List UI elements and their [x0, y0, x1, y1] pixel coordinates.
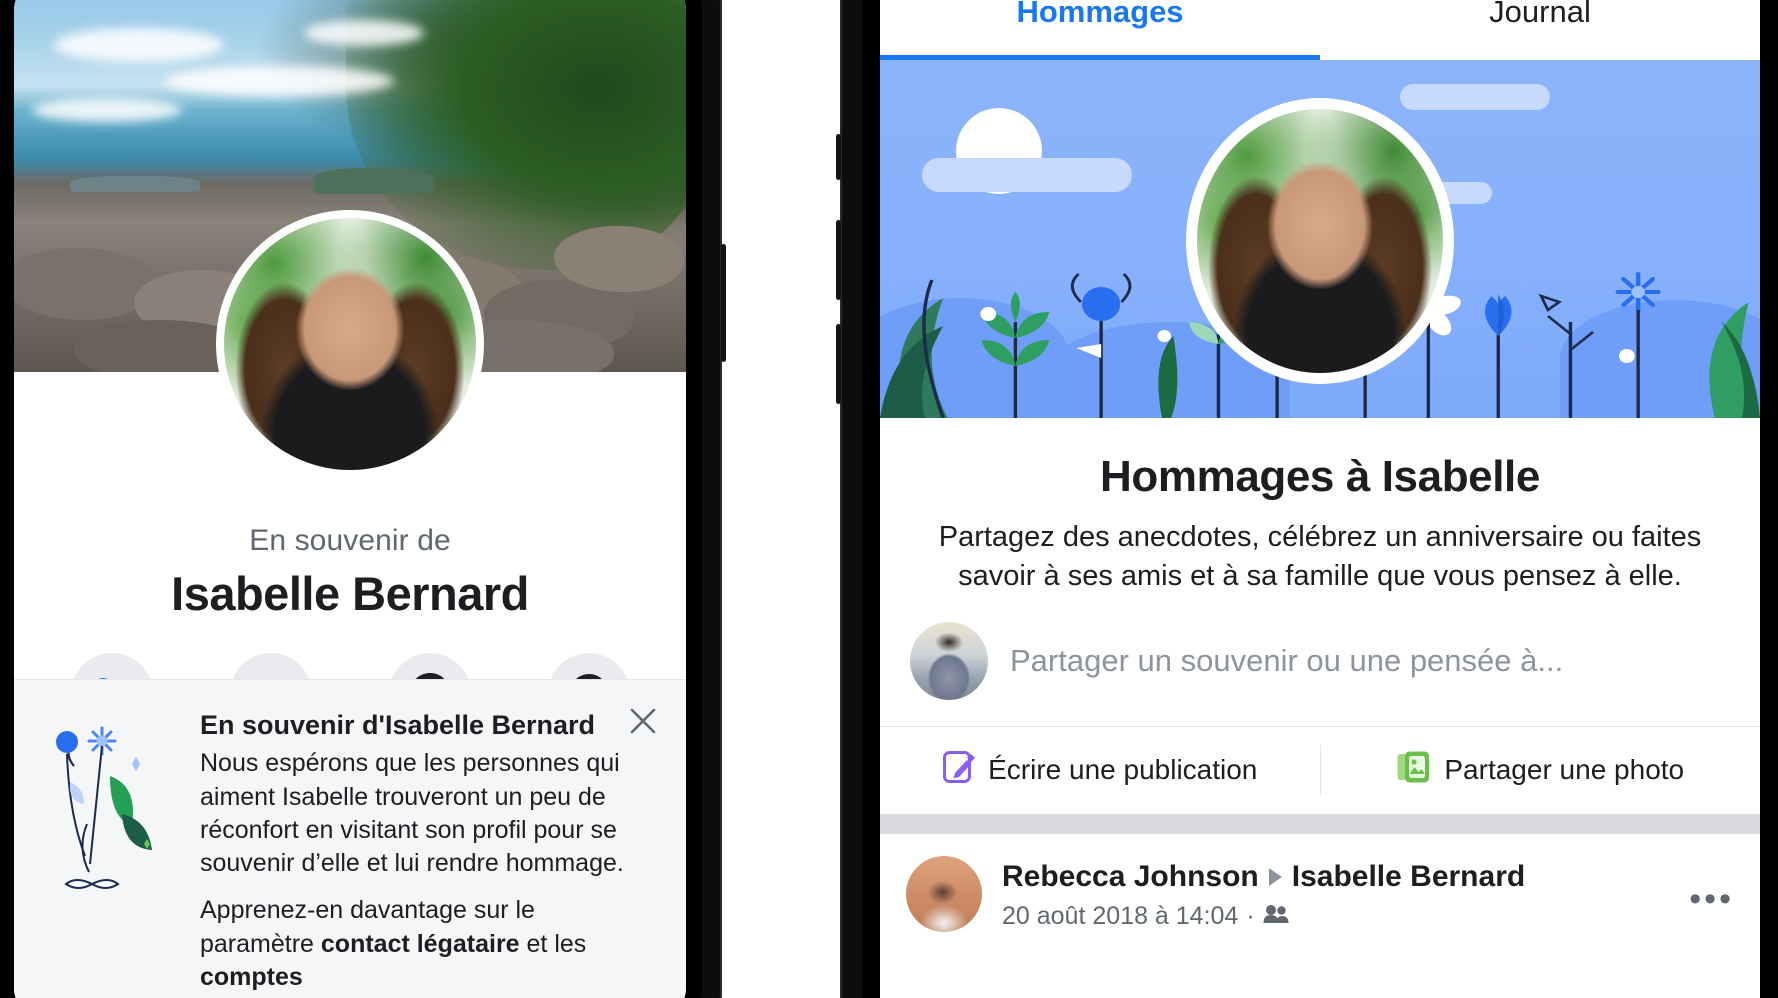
memorial-label: En souvenir de [249, 524, 451, 557]
chevron-right-icon [1268, 867, 1282, 886]
tribute-description: Partagez des anecdotes, célébrez un anni… [938, 521, 1702, 592]
left-phone-screen: En souvenir de Isabelle Bernard En souve… [14, 0, 686, 998]
write-post-button[interactable]: Écrire une publication [880, 727, 1320, 814]
photo-icon [1396, 750, 1432, 791]
tribute-hero-banner [880, 60, 1760, 418]
screenshot-stage: En souvenir de Isabelle Bernard En souve… [0, 0, 1778, 998]
right-phone-device: Hommages Journal Hommages à Isabelle Par… [836, 0, 1778, 998]
distant-headland [70, 176, 200, 192]
post-more-options-icon[interactable]: ••• [1689, 856, 1734, 919]
write-post-label: Écrire une publication [988, 754, 1258, 786]
post-timestamp: 20 août 2018 à 14:04 [1002, 901, 1239, 930]
left-phone-power-button[interactable] [721, 244, 726, 362]
cloud-icon [304, 20, 424, 46]
notice-title: En souvenir d'Isabelle Bernard [200, 710, 596, 741]
profile-avatar-image [1197, 109, 1443, 373]
quick-actions-row: Écrire une publication Partager une phot [880, 725, 1761, 814]
avatar[interactable] [906, 855, 982, 932]
notice-paragraph-2: Apprenez-en davantage sur le paramètre c… [200, 894, 630, 994]
share-photo-label: Partager une photo [1444, 754, 1685, 786]
rock [14, 248, 154, 320]
island [314, 168, 434, 194]
post-recipient-name[interactable]: Isabelle Bernard [1292, 860, 1525, 894]
profile-avatar[interactable] [216, 210, 484, 478]
composer-row[interactable]: Partager un souvenir ou une pensée à... [880, 596, 1760, 726]
tab-bar: Hommages Journal [880, 0, 1760, 60]
cloud-icon [1400, 84, 1550, 110]
right-phone-mute-button[interactable] [836, 134, 841, 180]
post-byline: Rebecca Johnson Isabelle Bernard [1002, 860, 1669, 894]
tab-hommages[interactable]: Hommages [880, 0, 1320, 60]
profile-avatar[interactable] [1186, 98, 1454, 384]
close-icon[interactable] [624, 702, 662, 740]
share-photo-button[interactable]: Partager une photo [1321, 727, 1761, 814]
post-header: Rebecca Johnson Isabelle Bernard 20 août… [880, 834, 1760, 932]
page-title: Isabelle Bernard [171, 567, 529, 620]
memorial-notice-card: En souvenir d'Isabelle Bernard Nous espé… [14, 679, 686, 998]
right-phone-screen: Hommages Journal Hommages à Isabelle Par… [880, 0, 1760, 998]
legacy-contact-link[interactable]: contact légataire [321, 930, 520, 958]
cloud-icon [54, 28, 224, 62]
friends-audience-icon[interactable] [1263, 902, 1289, 931]
cloud-icon [164, 66, 394, 96]
tab-journal-label: Journal [1489, 0, 1591, 29]
post-timestamp-row: 20 août 2018 à 14:04 · [1002, 902, 1669, 931]
tribute-title: Hommages à Isabelle [1100, 452, 1540, 501]
cloud-icon [32, 98, 182, 122]
write-post-icon [942, 750, 976, 791]
profile-avatar-image [224, 218, 476, 470]
bouquet-illustration [40, 706, 190, 896]
tab-journal[interactable]: Journal [1320, 0, 1760, 60]
composer-input[interactable]: Partager un souvenir ou une pensée à... [1010, 643, 1563, 679]
tab-hommages-label: Hommages [1016, 0, 1184, 29]
right-phone-volume-up-button[interactable] [836, 220, 841, 300]
post-privacy-separator: · [1246, 901, 1255, 930]
notice-paragraph-1: Nous espérons que les personnes qui aime… [200, 749, 624, 877]
feed-separator [880, 813, 1760, 834]
left-phone-device: En souvenir de Isabelle Bernard En souve… [0, 0, 726, 998]
accounts-link[interactable]: comptes [200, 963, 303, 991]
notice-paragraph-2-mid: et les [519, 929, 587, 958]
current-user-avatar[interactable] [910, 621, 988, 700]
post-meta: Rebecca Johnson Isabelle Bernard 20 août… [1002, 856, 1669, 931]
cloud-icon [922, 158, 1132, 192]
memorial-notice-body: En souvenir d'Isabelle Bernard Nous espé… [200, 706, 660, 994]
right-phone-volume-down-button[interactable] [836, 324, 841, 404]
post-author-name[interactable]: Rebecca Johnson [1002, 860, 1259, 894]
